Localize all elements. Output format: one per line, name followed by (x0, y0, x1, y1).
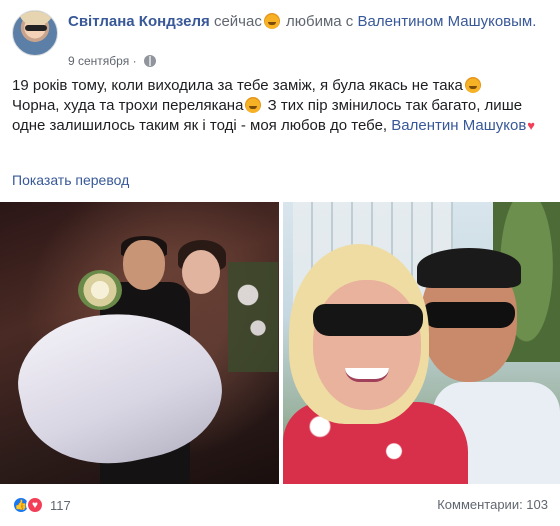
post-footer: 👍 ♥ 117 Комментарии: 103 (12, 494, 548, 518)
comments-count-link[interactable]: Комментарии: 103 (437, 497, 548, 512)
tagged-person-link[interactable]: Валентином Машуковым. (357, 13, 536, 30)
activity-text: любима с (286, 13, 354, 30)
avatar-hair (19, 11, 53, 25)
post-meta: 9 сентября · (68, 53, 156, 69)
time-inline: сейчас (213, 13, 262, 30)
flowers-decoration (228, 262, 278, 372)
post-header: Світлана Кондзеля сейчас любима с Валент… (12, 10, 548, 70)
avatar[interactable] (12, 10, 58, 56)
post-heading: Світлана Кондзеля сейчас любима с Валент… (68, 11, 548, 32)
smile-emoji-icon (263, 13, 280, 29)
mention-link[interactable]: Валентин Машуков (391, 117, 526, 134)
laughing-emoji-icon (464, 77, 481, 93)
post-body: 19 років тому, коли виходила за тебе зам… (12, 76, 548, 136)
post-text-line1: 19 років тому, коли виходила за тебе зам… (12, 77, 463, 94)
reactions-summary[interactable]: 👍 ♥ 117 (12, 496, 71, 514)
smile-emoji-icon (245, 97, 262, 113)
love-icon: ♥ (26, 496, 44, 514)
bouquet (78, 270, 122, 310)
bride-head (182, 250, 220, 294)
groom-head (123, 240, 165, 290)
translate-link[interactable]: Показать перевод (12, 172, 129, 188)
post-text-line2: Чорна, худа та трохи перелякана (12, 97, 244, 114)
man-sunglasses (423, 302, 515, 328)
heart-icon: ♥ (527, 118, 536, 133)
author-name[interactable]: Світлана Кондзеля (68, 13, 210, 30)
globe-icon[interactable] (143, 55, 156, 67)
avatar-glasses (25, 25, 47, 31)
wedding-photo[interactable] (0, 202, 279, 484)
selfie-photo[interactable] (283, 202, 560, 484)
date-separator: · (132, 54, 137, 68)
post-date[interactable]: 9 сентября (68, 54, 129, 68)
reaction-count: 117 (50, 497, 71, 513)
photo-grid (0, 202, 560, 484)
man-hair (417, 248, 521, 288)
woman-face (313, 280, 421, 410)
woman-sunglasses (313, 304, 423, 336)
